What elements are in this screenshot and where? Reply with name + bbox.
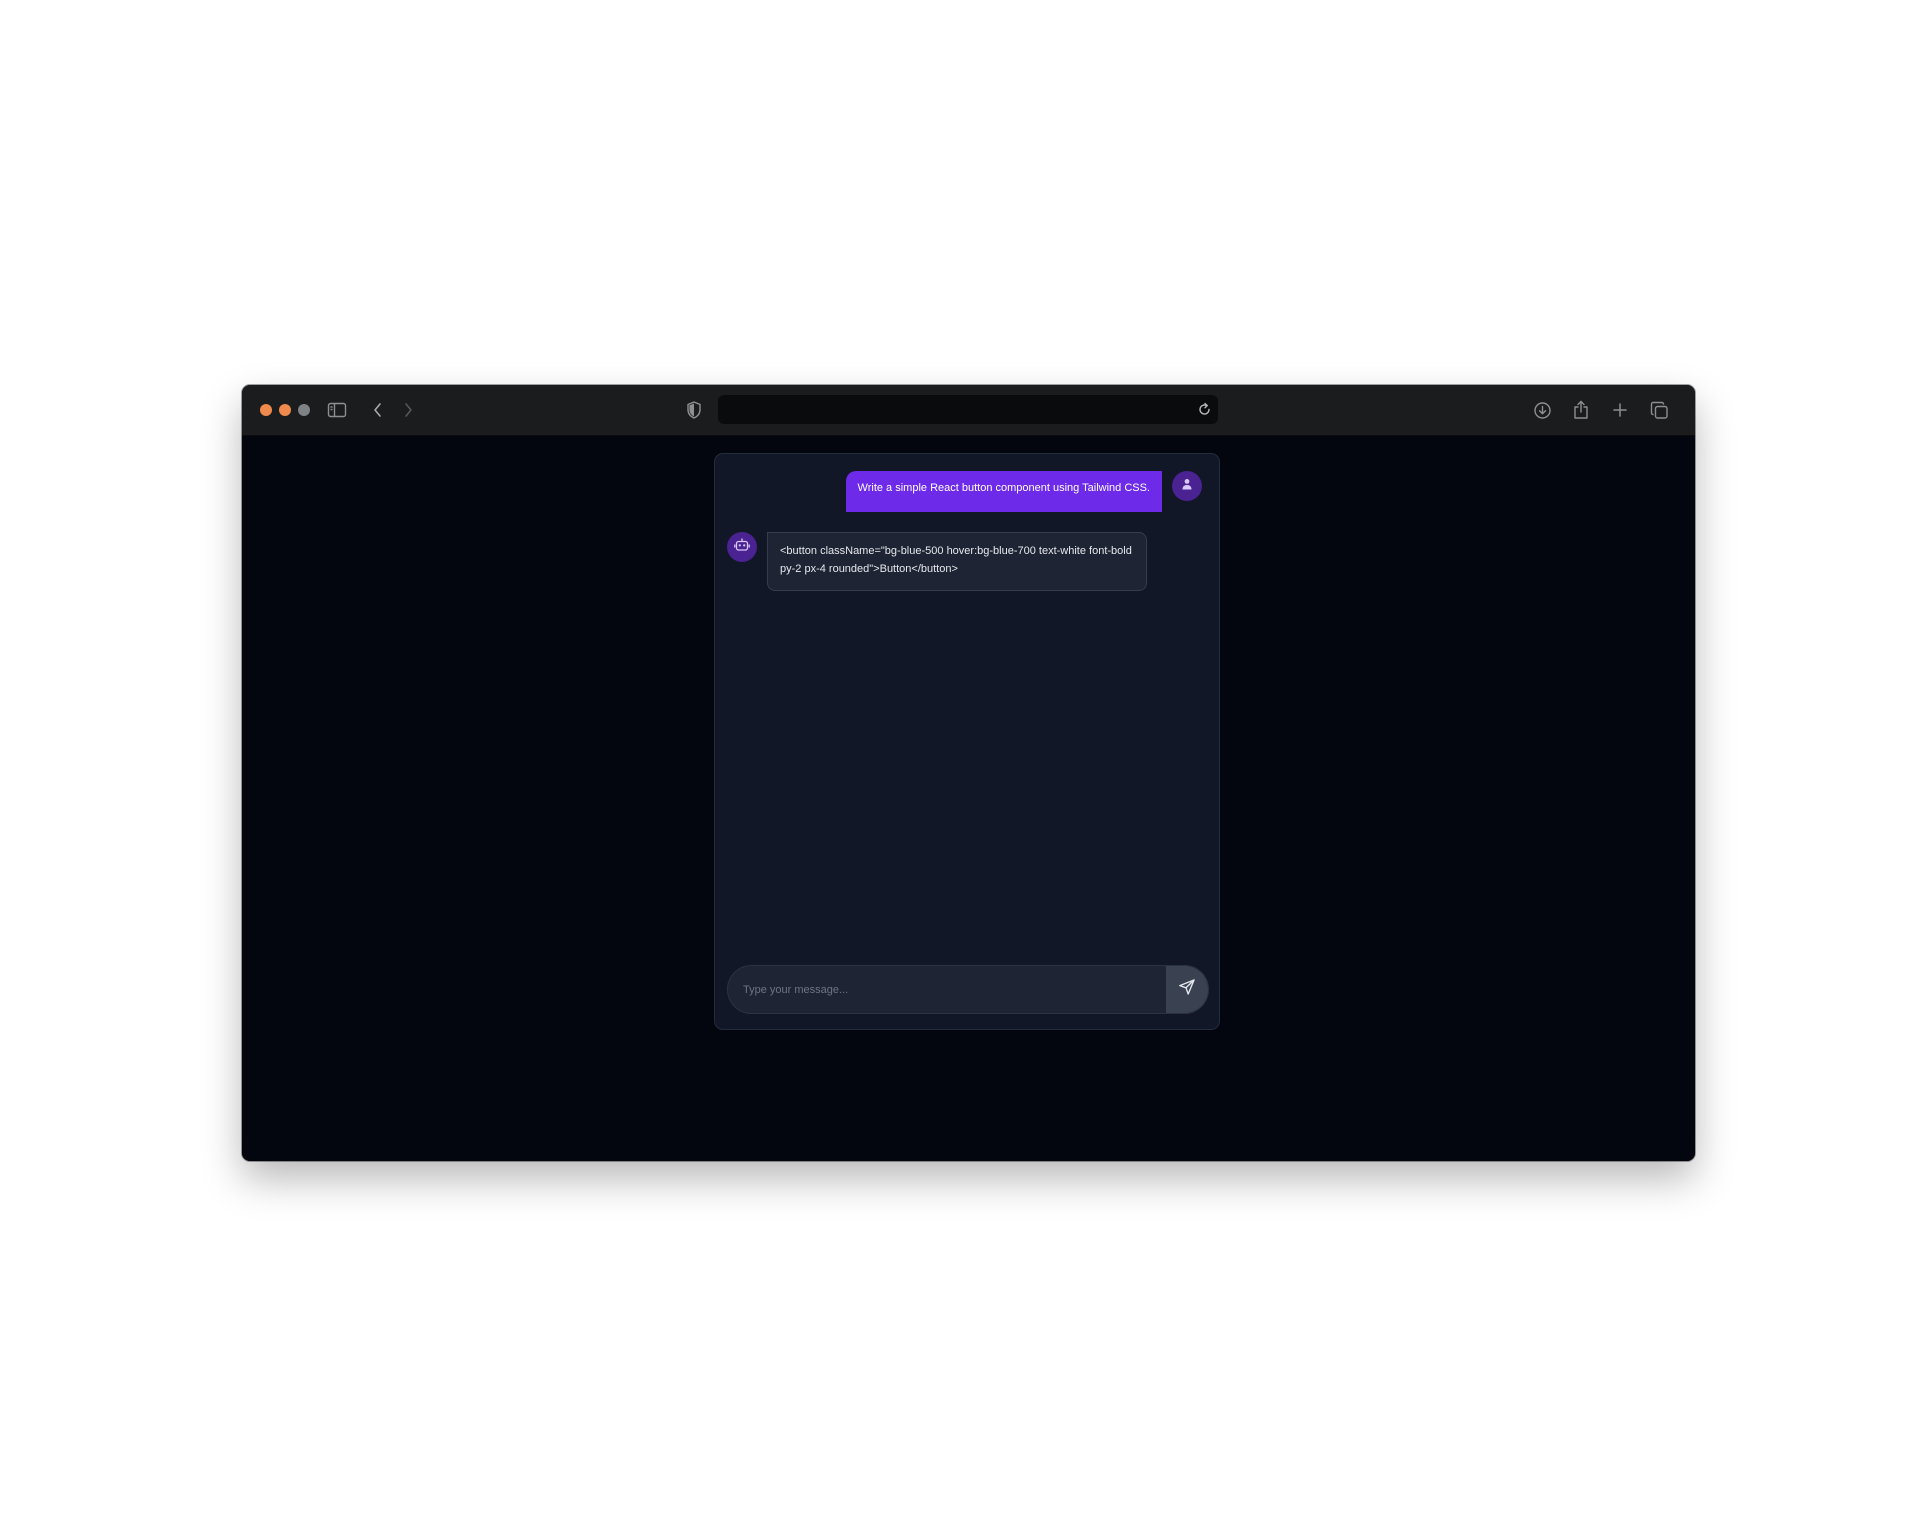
message-input[interactable] xyxy=(728,966,1164,1013)
tabs-overview-icon[interactable] xyxy=(1649,400,1669,420)
close-window-button[interactable] xyxy=(260,404,272,416)
user-message: Write a simple React button component us… xyxy=(845,471,1202,512)
bot-avatar xyxy=(727,532,757,562)
back-icon[interactable] xyxy=(368,400,388,420)
browser-window: Write a simple React button component us… xyxy=(242,385,1695,1161)
zoom-window-button[interactable] xyxy=(298,404,310,416)
user-avatar xyxy=(1172,471,1202,501)
forward-icon[interactable] xyxy=(398,400,418,420)
minimize-window-button[interactable] xyxy=(279,404,291,416)
shield-icon[interactable] xyxy=(684,400,704,420)
user-message-bubble: Write a simple React button component us… xyxy=(845,471,1162,512)
page-content: Write a simple React button component us… xyxy=(242,436,1695,1161)
chat-panel: Write a simple React button component us… xyxy=(714,453,1220,1030)
reload-icon[interactable] xyxy=(1196,401,1213,418)
send-icon xyxy=(1178,978,1196,1001)
send-button[interactable] xyxy=(1166,966,1208,1013)
message-composer xyxy=(727,965,1209,1014)
bot-message: <button className="bg-blue-500 hover:bg-… xyxy=(727,532,1147,591)
browser-toolbar xyxy=(242,385,1695,436)
new-tab-icon[interactable] xyxy=(1610,400,1630,420)
address-bar[interactable] xyxy=(718,395,1218,424)
robot-icon xyxy=(734,537,750,557)
download-icon[interactable] xyxy=(1532,400,1552,420)
user-icon xyxy=(1181,477,1193,495)
sidebar-icon[interactable] xyxy=(327,400,347,420)
bot-message-bubble: <button className="bg-blue-500 hover:bg-… xyxy=(767,532,1147,591)
share-icon[interactable] xyxy=(1571,400,1591,420)
